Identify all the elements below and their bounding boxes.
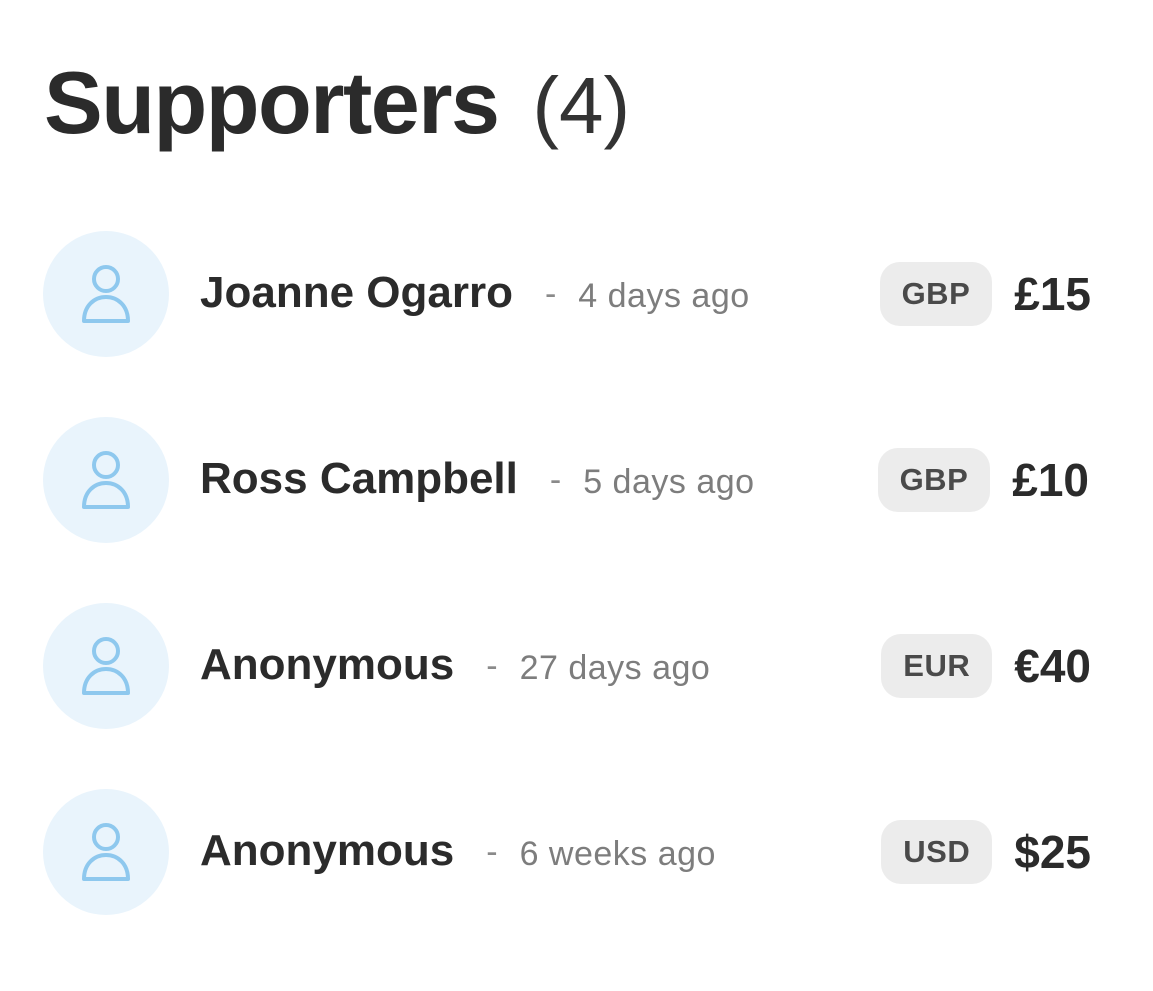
supporter-name-text: Anonymous <box>200 640 455 689</box>
separator: - <box>549 461 562 499</box>
user-icon <box>82 451 130 509</box>
separator: - <box>544 275 557 313</box>
donation-info: USD $25 <box>881 820 1091 884</box>
donation-amount: £10 <box>1012 454 1089 506</box>
currency-badge: USD <box>881 820 993 884</box>
supporter-time: 5 days ago <box>583 463 755 501</box>
supporter-name-text: Ross Campbell <box>200 454 518 503</box>
separator: - <box>486 833 498 871</box>
supporter-row: Joanne Ogarro -4 days ago GBP £15 <box>0 231 1153 357</box>
avatar <box>43 603 169 729</box>
avatar <box>43 417 169 543</box>
avatar <box>43 231 169 357</box>
donation-info: EUR €40 <box>881 634 1091 698</box>
supporter-time: 27 days ago <box>519 649 711 687</box>
supporter-name: Anonymous -27 days ago <box>200 639 710 694</box>
supporter-name: Ross Campbell -5 days ago <box>200 453 755 508</box>
donation-info: GBP £10 <box>877 448 1089 512</box>
supporter-name-text: Joanne Ogarro <box>200 268 513 317</box>
supporter-time: 4 days ago <box>578 277 750 315</box>
currency-badge: GBP <box>879 262 993 326</box>
donation-info: GBP £15 <box>879 262 1091 326</box>
user-icon <box>82 637 130 695</box>
donation-amount: £15 <box>1014 268 1091 320</box>
supporter-name-text: Anonymous <box>200 826 455 875</box>
supporter-name: Anonymous -6 weeks ago <box>200 825 716 880</box>
supporter-row: Anonymous -27 days ago EUR €40 <box>0 603 1153 729</box>
currency-badge: EUR <box>881 634 993 698</box>
donation-amount: €40 <box>1014 640 1091 692</box>
user-icon <box>82 823 130 881</box>
supporter-name: Joanne Ogarro -4 days ago <box>200 267 750 322</box>
supporter-row: Ross Campbell -5 days ago GBP £10 <box>0 417 1153 543</box>
currency-badge: GBP <box>877 448 991 512</box>
page-title: Supporters <box>44 53 500 152</box>
supporter-row: Anonymous -6 weeks ago USD $25 <box>0 789 1153 915</box>
separator: - <box>486 647 498 685</box>
donation-amount: $25 <box>1014 826 1091 878</box>
supporters-header: Supporters (4) <box>44 52 630 152</box>
supporters-count: (4) <box>532 61 631 150</box>
supporter-time: 6 weeks ago <box>519 835 716 873</box>
user-icon <box>82 265 130 323</box>
avatar <box>43 789 169 915</box>
